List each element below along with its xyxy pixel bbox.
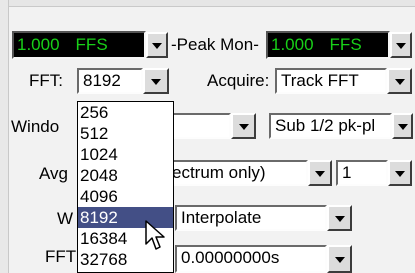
fft-offset-field[interactable]: 0.00000000s — [175, 245, 327, 273]
scale-value: Sub 1/2 pk-pl — [275, 116, 376, 135]
interpolate-value: Interpolate — [181, 208, 262, 227]
fft-size-option[interactable]: 1024 — [78, 144, 173, 165]
window-select[interactable] — [170, 113, 231, 139]
scale-dropdown-button[interactable] — [392, 113, 413, 139]
panel-left-frame — [0, 0, 9, 273]
scale-select[interactable]: Sub 1/2 pk-pl — [269, 113, 392, 139]
w-label: W — [57, 209, 74, 228]
avg-mode-value: ectrum only) — [172, 163, 266, 182]
avg-count-select[interactable]: 1 — [336, 160, 388, 186]
peak-monitor-right-value: 1.000 — [271, 35, 314, 54]
peak-monitor-left-unit: FFS — [75, 35, 108, 54]
avg-count-dropdown-button[interactable] — [388, 160, 412, 186]
fft-offset-value: 0.00000000s — [181, 248, 280, 267]
fft-offset-dropdown-button[interactable] — [327, 245, 352, 273]
acquire-dropdown-button[interactable] — [387, 68, 412, 94]
avg-mode-select[interactable]: ectrum only) — [170, 160, 308, 186]
avg-label: Avg — [39, 164, 68, 183]
peak-monitor-left-dropdown-button[interactable] — [146, 32, 168, 58]
peak-monitor-right-unit: FFS — [329, 35, 362, 54]
peak-monitor-left-value: 1.000 — [17, 35, 60, 54]
fft-size-option[interactable]: 2048 — [78, 165, 173, 186]
mouse-pointer-icon — [145, 220, 165, 250]
fft-size-value: 8192 — [83, 71, 121, 90]
window-label: Windo — [11, 117, 60, 136]
interpolate-select[interactable]: Interpolate — [175, 205, 327, 231]
fft-size-dropdown-button[interactable] — [143, 68, 169, 94]
avg-count-value: 1 — [342, 163, 352, 182]
fft-size-select[interactable]: 8192 — [77, 68, 143, 94]
window-dropdown-button[interactable] — [231, 113, 256, 139]
peak-monitor-right-display: 1.000 FFS — [266, 31, 390, 59]
fft-size-label: FFT: — [29, 71, 63, 90]
peak-monitor-label: -Peak Mon- — [171, 35, 259, 54]
interpolate-dropdown-button[interactable] — [327, 205, 352, 231]
fft-size-option[interactable]: 4096 — [78, 186, 173, 207]
peak-monitor-left-display: 1.000 FFS — [12, 31, 146, 59]
panel-top-frame — [0, 0, 415, 7]
fft-size-option[interactable]: 256 — [78, 102, 173, 123]
acquire-label: Acquire: — [207, 71, 270, 90]
acquire-value: Track FFT — [281, 71, 359, 90]
peak-monitor-right-dropdown-button[interactable] — [390, 32, 412, 58]
avg-mode-dropdown-button[interactable] — [308, 160, 332, 186]
fft-offset-label: FFT — [45, 247, 77, 266]
fft-size-option[interactable]: 512 — [78, 123, 173, 144]
analyzer-settings-panel: 1.000 FFS -Peak Mon- 1.000 FFS FFT: 8192 A… — [0, 0, 415, 273]
acquire-select[interactable]: Track FFT — [275, 68, 387, 94]
